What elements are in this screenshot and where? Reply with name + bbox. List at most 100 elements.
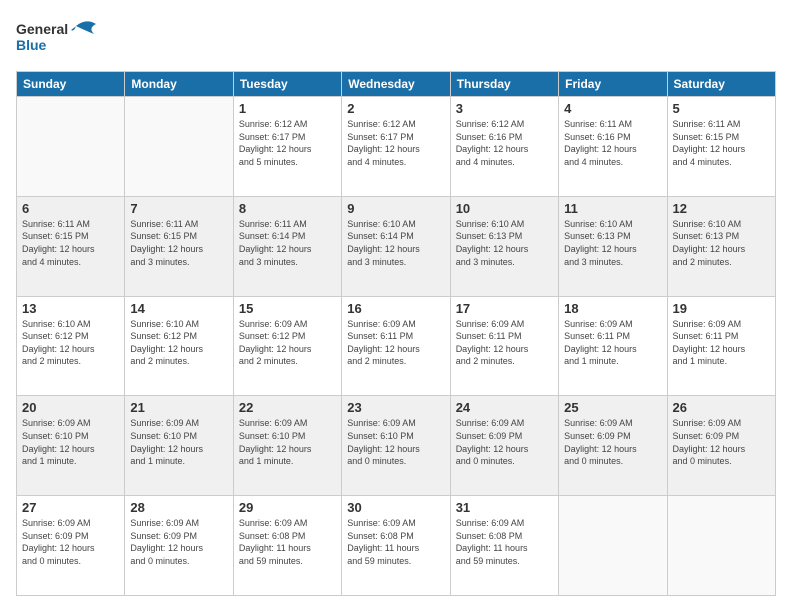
day-number: 10 [456, 201, 553, 216]
day-info: Sunrise: 6:09 AM Sunset: 6:08 PM Dayligh… [239, 517, 336, 567]
calendar-cell [559, 496, 667, 596]
day-number: 1 [239, 101, 336, 116]
calendar-cell: 6 Sunrise: 6:11 AM Sunset: 6:15 PM Daylig… [17, 196, 125, 296]
day-number: 13 [22, 301, 119, 316]
day-number: 5 [673, 101, 770, 116]
calendar-cell: 16 Sunrise: 6:09 AM Sunset: 6:11 PM Dayli… [342, 296, 450, 396]
calendar-week-row: 13 Sunrise: 6:10 AM Sunset: 6:12 PM Dayli… [17, 296, 776, 396]
svg-text:General: General [16, 21, 68, 37]
day-info: Sunrise: 6:10 AM Sunset: 6:12 PM Dayligh… [130, 318, 227, 368]
calendar-cell: 19 Sunrise: 6:09 AM Sunset: 6:11 PM Dayli… [667, 296, 775, 396]
logo-svg: General Blue [16, 16, 106, 61]
day-number: 6 [22, 201, 119, 216]
day-info: Sunrise: 6:11 AM Sunset: 6:15 PM Dayligh… [22, 218, 119, 268]
calendar-cell: 4 Sunrise: 6:11 AM Sunset: 6:16 PM Daylig… [559, 97, 667, 197]
day-info: Sunrise: 6:12 AM Sunset: 6:17 PM Dayligh… [239, 118, 336, 168]
calendar-week-row: 6 Sunrise: 6:11 AM Sunset: 6:15 PM Daylig… [17, 196, 776, 296]
calendar-header-friday: Friday [559, 72, 667, 97]
day-number: 9 [347, 201, 444, 216]
calendar-cell: 25 Sunrise: 6:09 AM Sunset: 6:09 PM Dayli… [559, 396, 667, 496]
day-info: Sunrise: 6:09 AM Sunset: 6:09 PM Dayligh… [130, 517, 227, 567]
page: General Blue SundayMondayTuesdayWednesda… [0, 0, 792, 612]
calendar-cell: 30 Sunrise: 6:09 AM Sunset: 6:08 PM Dayli… [342, 496, 450, 596]
day-number: 31 [456, 500, 553, 515]
day-info: Sunrise: 6:09 AM Sunset: 6:12 PM Dayligh… [239, 318, 336, 368]
day-number: 16 [347, 301, 444, 316]
calendar-cell: 29Sunrise: 6:09 AM Sunset: 6:08 PM Dayli… [233, 496, 341, 596]
day-info: Sunrise: 6:09 AM Sunset: 6:09 PM Dayligh… [673, 417, 770, 467]
calendar-cell [667, 496, 775, 596]
day-info: Sunrise: 6:09 AM Sunset: 6:11 PM Dayligh… [456, 318, 553, 368]
calendar-cell [17, 97, 125, 197]
day-info: Sunrise: 6:09 AM Sunset: 6:09 PM Dayligh… [564, 417, 661, 467]
day-info: Sunrise: 6:09 AM Sunset: 6:10 PM Dayligh… [347, 417, 444, 467]
day-info: Sunrise: 6:11 AM Sunset: 6:15 PM Dayligh… [130, 218, 227, 268]
day-info: Sunrise: 6:09 AM Sunset: 6:08 PM Dayligh… [456, 517, 553, 567]
day-number: 4 [564, 101, 661, 116]
calendar-week-row: 1 Sunrise: 6:12 AM Sunset: 6:17 PM Daylig… [17, 97, 776, 197]
day-info: Sunrise: 6:11 AM Sunset: 6:15 PM Dayligh… [673, 118, 770, 168]
calendar-cell: 11 Sunrise: 6:10 AM Sunset: 6:13 PM Dayli… [559, 196, 667, 296]
calendar-header-saturday: Saturday [667, 72, 775, 97]
day-number: 12 [673, 201, 770, 216]
calendar-header-row: SundayMondayTuesdayWednesdayThursdayFrid… [17, 72, 776, 97]
day-info: Sunrise: 6:09 AM Sunset: 6:11 PM Dayligh… [673, 318, 770, 368]
day-info: Sunrise: 6:09 AM Sunset: 6:09 PM Dayligh… [456, 417, 553, 467]
calendar-cell: 17 Sunrise: 6:09 AM Sunset: 6:11 PM Dayli… [450, 296, 558, 396]
calendar-cell: 12 Sunrise: 6:10 AM Sunset: 6:13 PM Dayli… [667, 196, 775, 296]
day-info: Sunrise: 6:10 AM Sunset: 6:13 PM Dayligh… [564, 218, 661, 268]
calendar-cell [125, 97, 233, 197]
calendar-week-row: 27Sunrise: 6:09 AM Sunset: 6:09 PM Dayli… [17, 496, 776, 596]
day-number: 23 [347, 400, 444, 415]
calendar-cell: 26 Sunrise: 6:09 AM Sunset: 6:09 PM Dayli… [667, 396, 775, 496]
day-number: 3 [456, 101, 553, 116]
day-info: Sunrise: 6:10 AM Sunset: 6:13 PM Dayligh… [673, 218, 770, 268]
calendar-cell: 9 Sunrise: 6:10 AM Sunset: 6:14 PM Daylig… [342, 196, 450, 296]
day-info: Sunrise: 6:11 AM Sunset: 6:16 PM Dayligh… [564, 118, 661, 168]
calendar-header-wednesday: Wednesday [342, 72, 450, 97]
day-number: 22 [239, 400, 336, 415]
calendar-header-thursday: Thursday [450, 72, 558, 97]
day-number: 8 [239, 201, 336, 216]
day-number: 26 [673, 400, 770, 415]
calendar-header-sunday: Sunday [17, 72, 125, 97]
day-number: 17 [456, 301, 553, 316]
calendar-cell: 3 Sunrise: 6:12 AM Sunset: 6:16 PM Daylig… [450, 97, 558, 197]
logo: General Blue [16, 16, 106, 61]
calendar-cell: 21 Sunrise: 6:09 AM Sunset: 6:10 PM Dayli… [125, 396, 233, 496]
calendar-cell: 7 Sunrise: 6:11 AM Sunset: 6:15 PM Daylig… [125, 196, 233, 296]
day-info: Sunrise: 6:09 AM Sunset: 6:10 PM Dayligh… [22, 417, 119, 467]
day-number: 20 [22, 400, 119, 415]
day-number: 21 [130, 400, 227, 415]
day-info: Sunrise: 6:09 AM Sunset: 6:11 PM Dayligh… [347, 318, 444, 368]
calendar-cell: 28Sunrise: 6:09 AM Sunset: 6:09 PM Dayli… [125, 496, 233, 596]
day-info: Sunrise: 6:12 AM Sunset: 6:17 PM Dayligh… [347, 118, 444, 168]
day-number: 25 [564, 400, 661, 415]
day-number: 14 [130, 301, 227, 316]
day-number: 15 [239, 301, 336, 316]
calendar-cell: 14 Sunrise: 6:10 AM Sunset: 6:12 PM Dayli… [125, 296, 233, 396]
calendar-cell: 10 Sunrise: 6:10 AM Sunset: 6:13 PM Dayli… [450, 196, 558, 296]
day-info: Sunrise: 6:10 AM Sunset: 6:14 PM Dayligh… [347, 218, 444, 268]
calendar-cell: 2 Sunrise: 6:12 AM Sunset: 6:17 PM Daylig… [342, 97, 450, 197]
day-info: Sunrise: 6:09 AM Sunset: 6:11 PM Dayligh… [564, 318, 661, 368]
day-info: Sunrise: 6:09 AM Sunset: 6:09 PM Dayligh… [22, 517, 119, 567]
day-number: 19 [673, 301, 770, 316]
calendar-week-row: 20 Sunrise: 6:09 AM Sunset: 6:10 PM Dayli… [17, 396, 776, 496]
day-info: Sunrise: 6:12 AM Sunset: 6:16 PM Dayligh… [456, 118, 553, 168]
calendar-cell: 13Sunrise: 6:10 AM Sunset: 6:12 PM Dayli… [17, 296, 125, 396]
svg-text:Blue: Blue [16, 37, 47, 53]
day-info: Sunrise: 6:09 AM Sunset: 6:08 PM Dayligh… [347, 517, 444, 567]
calendar-cell: 24 Sunrise: 6:09 AM Sunset: 6:09 PM Dayli… [450, 396, 558, 496]
day-number: 2 [347, 101, 444, 116]
day-info: Sunrise: 6:09 AM Sunset: 6:10 PM Dayligh… [130, 417, 227, 467]
day-number: 24 [456, 400, 553, 415]
calendar-cell: 23 Sunrise: 6:09 AM Sunset: 6:10 PM Dayli… [342, 396, 450, 496]
day-number: 7 [130, 201, 227, 216]
day-number: 30 [347, 500, 444, 515]
day-info: Sunrise: 6:10 AM Sunset: 6:13 PM Dayligh… [456, 218, 553, 268]
calendar-header-tuesday: Tuesday [233, 72, 341, 97]
calendar-cell: 8Sunrise: 6:11 AM Sunset: 6:14 PM Daylig… [233, 196, 341, 296]
day-number: 11 [564, 201, 661, 216]
calendar-cell: 15 Sunrise: 6:09 AM Sunset: 6:12 PM Dayli… [233, 296, 341, 396]
